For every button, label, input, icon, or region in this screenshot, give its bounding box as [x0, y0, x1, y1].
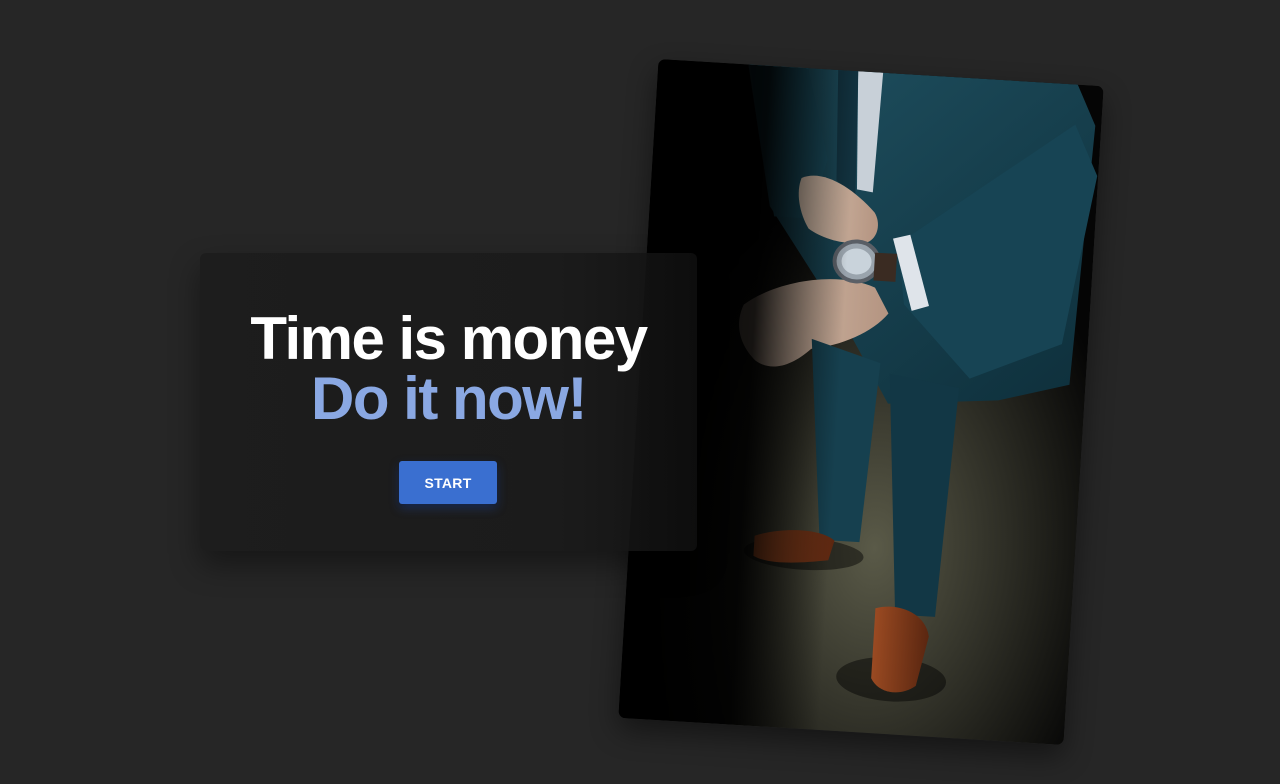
headline-line-2: Do it now! — [311, 365, 587, 432]
hero-headline: Time is money Do it now! — [200, 309, 697, 429]
hero-card: Time is money Do it now! START — [200, 253, 697, 551]
landing-page: Time is money Do it now! START — [0, 0, 1280, 784]
start-button[interactable]: START — [399, 461, 497, 504]
headline-line-1: Time is money — [250, 305, 648, 372]
